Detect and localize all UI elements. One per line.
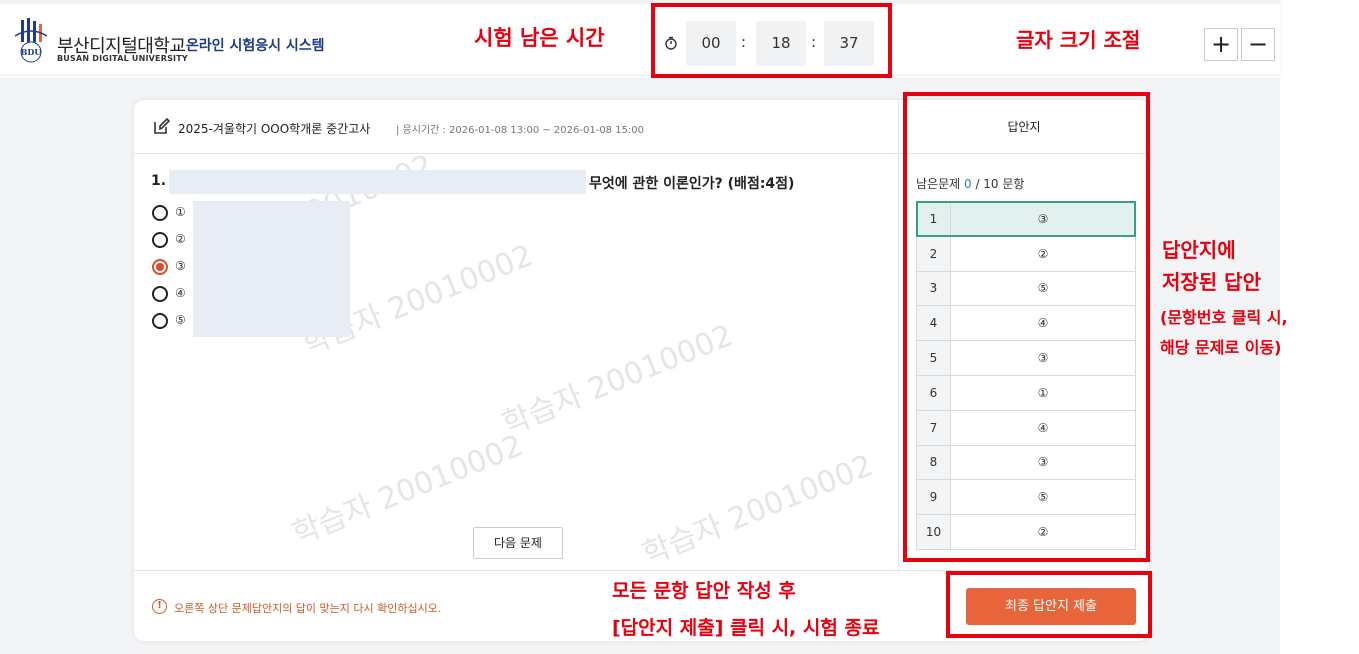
radio-button[interactable]: [152, 259, 168, 275]
annotation-answer-sheet-1: 답안지에: [1162, 238, 1236, 262]
exam-page: BDU 부산디지털대학교 BUSAN DIGITAL UNIVERSITY 온라…: [0, 0, 1359, 654]
watermark: 학습자 20010002: [637, 448, 878, 573]
university-logo-icon: BDU: [14, 18, 48, 63]
answer-sheet-highlight-box: [903, 92, 1150, 562]
answer-option[interactable]: ④: [152, 284, 352, 304]
answer-option[interactable]: ①: [152, 203, 352, 223]
answer-option[interactable]: ②: [152, 230, 352, 250]
radio-button[interactable]: [152, 286, 168, 302]
redacted-question-text: [169, 170, 586, 194]
submit-highlight-box: [946, 571, 1152, 638]
annotation-answer-sheet-4: 해당 문제로 이동): [1160, 338, 1282, 357]
annotation-submit-2: [답안지 제출] 클릭 시, 시험 종료: [612, 617, 880, 639]
question-text: 무엇에 관한 이론인가? (배점:4점): [589, 176, 795, 192]
radio-button[interactable]: [152, 205, 168, 221]
watermark: 학습자 20010002: [497, 318, 738, 443]
annotation-timer: 시험 남은 시간: [474, 26, 605, 50]
option-number: ③: [175, 259, 186, 273]
exam-name: 2025-겨울학기 OOO학개론 중간고사: [178, 122, 371, 136]
edit-icon: [154, 118, 170, 134]
annotation-submit-1: 모든 문항 답안 작성 후: [612, 580, 796, 602]
font-increase-button[interactable]: +: [1204, 28, 1238, 61]
system-title: 온라인 시험응시 시스템: [186, 38, 325, 54]
annotation-answer-sheet-2: 저장된 답안: [1162, 270, 1261, 294]
exam-info-bar: 2025-겨울학기 OOO학개론 중간고사 | 응시기간 : 2026-01-0…: [134, 100, 898, 154]
answer-option[interactable]: ⑤: [152, 311, 352, 331]
logo-mark-text: BDU: [21, 47, 42, 57]
radio-button[interactable]: [152, 313, 168, 329]
university-name-en: BUSAN DIGITAL UNIVERSITY: [57, 54, 188, 63]
option-number: ①: [175, 205, 186, 219]
annotation-answer-sheet-3: (문항번호 클릭 시,: [1160, 308, 1288, 327]
timer-highlight-box: [651, 3, 892, 78]
annotation-font-size: 글자 크기 조절: [1016, 28, 1141, 52]
option-number: ④: [175, 286, 186, 300]
font-decrease-button[interactable]: −: [1241, 28, 1275, 61]
warning-icon: !: [152, 599, 167, 614]
divider: [898, 100, 899, 570]
question-area: 학습자 20010002 학습자 20010002 학습자 20010002 학…: [134, 148, 898, 572]
option-number: ⑤: [175, 313, 186, 327]
question-number: 1.: [151, 173, 167, 189]
radio-button[interactable]: [152, 232, 168, 248]
exam-period: | 응시기간 : 2026-01-08 13:00 ~ 2026-01-08 1…: [396, 125, 645, 136]
warning-text: 오른쪽 상단 문제답안지의 답이 맞는지 다시 확인하십시오.: [174, 602, 442, 615]
answer-option[interactable]: ③: [152, 257, 352, 277]
next-question-button[interactable]: 다음 문제: [473, 527, 563, 559]
option-number: ②: [175, 232, 186, 246]
